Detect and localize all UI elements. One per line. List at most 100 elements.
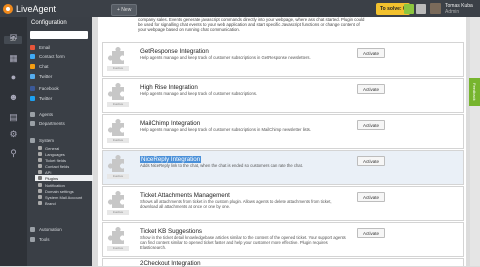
email-icon	[30, 45, 35, 50]
activate-button[interactable]: Activate	[357, 48, 385, 58]
sidebar-item-label: Chat	[39, 64, 49, 69]
plugin-title: Ticket Attachments Management	[140, 192, 230, 199]
plugin-title: MailChimp Integration	[140, 120, 201, 127]
sidebar-item-automation[interactable]: Automation	[30, 226, 62, 233]
sidebar-item-label: Email	[39, 45, 51, 50]
inbox-icon[interactable]: ✉	[7, 32, 20, 43]
ticket-fields-icon	[38, 158, 42, 162]
plugin-description: Show in the ticket detail knowledgebase …	[140, 235, 346, 250]
plugin-row: Inactive High Rise Integration Help agen…	[102, 78, 464, 113]
plugin-description: Shows all attachments from ticket in the…	[140, 199, 332, 209]
puzzle-icon	[108, 227, 124, 244]
sidebar-subitem-label: Domain settings	[45, 188, 74, 194]
search-icon[interactable]: ⚲	[7, 148, 20, 159]
sidebar-item-label: Twitter	[39, 74, 53, 79]
status-badge: Inactive	[107, 246, 129, 251]
plugin-row-selected: Inactive NiceReply Integration Adds Nice…	[102, 150, 464, 185]
avatar[interactable]	[430, 3, 441, 14]
sidebar-item-label: Agents	[39, 112, 54, 117]
sidebar-subitem-label: Brand	[45, 200, 56, 206]
sidebar-subitem-label: System Mail Account	[45, 194, 83, 200]
tools-icon	[30, 237, 35, 242]
gear-icon[interactable]: ⚙	[7, 129, 20, 140]
user-menu[interactable]: Tomas Kuba Admin	[445, 3, 473, 15]
activate-button[interactable]: Activate	[357, 156, 385, 166]
api-icon	[38, 170, 42, 174]
plugin-description: Help agents manage and keep track of cus…	[140, 91, 258, 96]
scrollbar[interactable]	[470, 17, 480, 266]
puzzle-icon	[108, 83, 124, 100]
sidebar: Configuration Email Contact form Chat Tw…	[27, 17, 95, 266]
sidebar-subitem-brand[interactable]: Brand	[38, 200, 56, 206]
sidebar-item-contact-form[interactable]: Contact form	[30, 53, 65, 60]
mail-account-icon	[38, 195, 42, 199]
departments-icon	[30, 121, 35, 126]
status-badge: Inactive	[107, 174, 129, 179]
sidebar-item-twitter-2[interactable]: Twitter	[30, 95, 52, 102]
sidebar-item-label: Automation	[39, 227, 62, 232]
status-badge: Inactive	[107, 138, 129, 143]
sidebar-item-twitter[interactable]: Twitter	[30, 73, 52, 80]
puzzle-icon	[108, 47, 124, 64]
domain-settings-icon	[38, 189, 42, 193]
activate-button[interactable]: Activate	[357, 120, 385, 130]
status-badge: Inactive	[107, 210, 129, 215]
app-logo[interactable]: LiveAgent	[3, 2, 56, 15]
plugin-row: Inactive GetResponse Integration Help ag…	[102, 42, 464, 77]
plugin-description: Help agents manage and keep track of cus…	[140, 127, 312, 132]
plugin-title: GetResponse Integration	[140, 48, 209, 55]
status-online-icon[interactable]	[404, 4, 414, 14]
notification-icon	[38, 183, 42, 187]
plugin-title: Ticket KB Suggestions	[140, 228, 203, 235]
chat-icon[interactable]: ●	[7, 72, 20, 83]
general-icon	[38, 146, 42, 150]
sidebar-item-label: System	[39, 138, 55, 143]
activate-button[interactable]: Activate	[357, 192, 385, 202]
sidebar-subitem-label: Plugins	[45, 175, 59, 181]
sidebar-subitem-plugins[interactable]: Plugins	[35, 175, 95, 181]
plugin-row: Inactive MailChimp Integration Help agen…	[102, 114, 464, 149]
automation-icon	[30, 227, 35, 232]
grid-icon[interactable]	[416, 4, 426, 14]
agents-icon	[30, 112, 35, 117]
sidebar-subitem-label: General	[45, 145, 60, 151]
contact-form-icon	[30, 54, 35, 59]
contacts-icon[interactable]: ☻	[7, 92, 20, 103]
reports-icon[interactable]: ▤	[7, 112, 20, 123]
puzzle-icon	[108, 191, 124, 208]
twitter-icon	[30, 96, 35, 101]
sidebar-subitem-label: API	[45, 169, 52, 175]
sidebar-item-label: Tools	[39, 237, 50, 242]
sidebar-item-facebook[interactable]: Facebook	[30, 85, 59, 92]
sidebar-item-label: Departments	[39, 121, 65, 126]
plugin-description: Adds NiceReply link to the chat, when th…	[140, 163, 303, 168]
sidebar-item-label: Twitter	[39, 96, 53, 101]
grid-icon[interactable]: ▦	[7, 53, 20, 64]
puzzle-icon	[108, 119, 124, 136]
sidebar-item-label: Contact form	[39, 54, 65, 59]
sidebar-item-chat[interactable]: Chat	[30, 63, 49, 70]
new-button[interactable]: + New	[111, 4, 138, 16]
sidebar-item-email[interactable]: Email	[30, 44, 50, 51]
activate-button[interactable]: Activate	[357, 228, 385, 238]
brand-icon	[38, 201, 42, 205]
sidebar-item-agents[interactable]: Agents	[30, 111, 53, 118]
plugin-row: Inactive Ticket Attachments Management S…	[102, 186, 464, 221]
liveagent-logo-icon	[3, 3, 13, 14]
plugin-title: High Rise Integration	[140, 84, 198, 91]
feedback-tab[interactable]: Feedback	[469, 78, 480, 106]
sidebar-search-input[interactable]	[30, 31, 88, 39]
status-badge: Inactive	[107, 102, 129, 107]
plugins-icon	[38, 176, 42, 180]
plugin-row: Inactive Ticket KB Suggestions Show in t…	[102, 222, 464, 257]
top-bar: LiveAgent + New To solve: 0 Tomas Kuba A…	[0, 0, 480, 17]
sidebar-subitem-label: Languages	[45, 151, 65, 157]
sidebar-item-tools[interactable]: Tools	[30, 236, 50, 243]
twitter-icon	[30, 74, 35, 79]
plugin-title: NiceReply Integration	[140, 156, 202, 163]
sidebar-item-system[interactable]: System	[30, 137, 54, 144]
sidebar-item-label: Facebook	[39, 86, 59, 91]
sidebar-item-departments[interactable]: Departments	[30, 120, 65, 127]
status-badge: Inactive	[107, 66, 129, 71]
activate-button[interactable]: Activate	[357, 84, 385, 94]
